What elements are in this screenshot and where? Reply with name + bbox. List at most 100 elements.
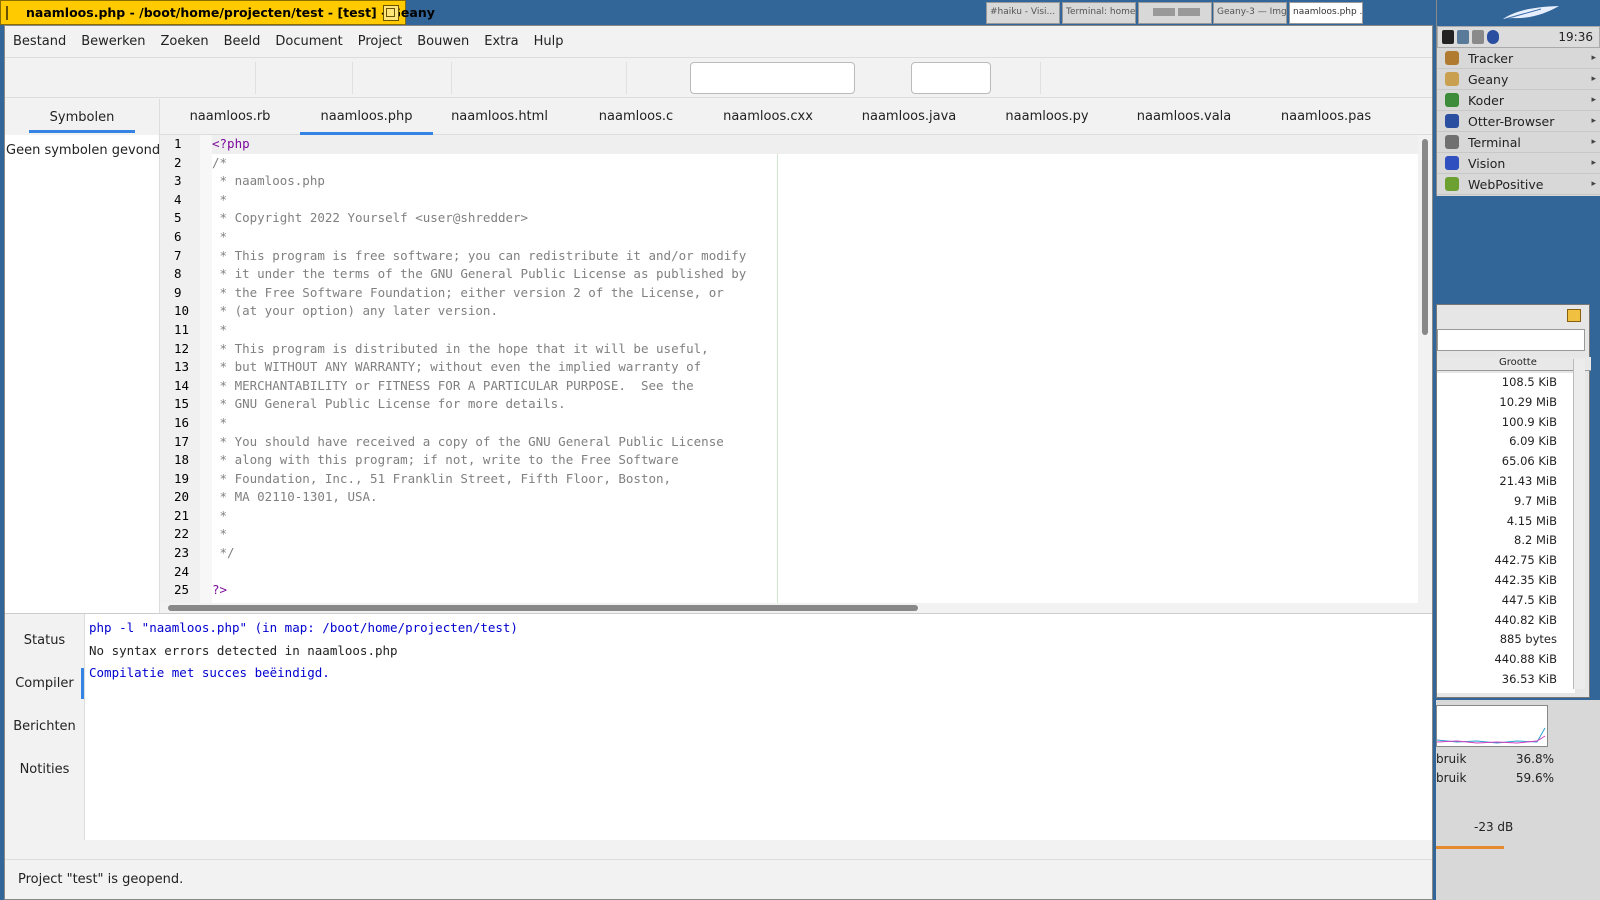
code-lines[interactable]: <?php/* * naamloos.php * * Copyright 202… [212,135,1418,600]
code-line[interactable]: * along with this program; if not, write… [212,451,1418,470]
tab-notities[interactable]: Notities [5,748,84,791]
file-size-cell[interactable]: 885 bytes [1437,630,1575,650]
menu-bestand[interactable]: Bestand [6,34,73,49]
code-line[interactable]: * Copyright 2022 Yourself <user@shredder… [212,209,1418,228]
tab-naamloos-c[interactable]: naamloos.c [566,99,706,135]
taskbar-item-vision[interactable]: #haiku - Visi... [986,2,1060,24]
code-line[interactable]: * but WITHOUT ANY WARRANTY; without even… [212,358,1418,377]
volume-icon[interactable] [1472,30,1484,44]
file-size-cell[interactable]: 442.35 KiB [1437,571,1575,591]
filter-input[interactable] [1437,329,1585,351]
taskbar-item-terminal[interactable]: Terminal: home... [1062,2,1136,24]
code-line[interactable]: * [212,228,1418,247]
otter-tray-icon[interactable] [1487,30,1499,44]
code-line[interactable]: * Foundation, Inc., 51 Franklin Street, … [212,470,1418,489]
file-size-cell[interactable]: 65.06 KiB [1437,452,1575,472]
file-size-cell[interactable]: 21.43 MiB [1437,472,1575,492]
zoom-button[interactable] [383,5,399,21]
taskbar-item-window[interactable] [1138,2,1212,24]
file-size-cell[interactable]: 108.5 KiB [1437,373,1575,393]
deskbar-app-webpositive[interactable]: WebPositive ▸ [1437,174,1600,195]
vertical-scrollbar[interactable] [1573,359,1585,689]
tab-naamloos-cxx[interactable]: naamloos.cxx [706,99,830,135]
vertical-scrollbar[interactable] [1418,135,1432,603]
code-line[interactable]: * [212,414,1418,433]
tab-naamloos-pas[interactable]: naamloos.pas [1262,99,1390,135]
tab-naamloos-php[interactable]: naamloos.php [300,99,433,135]
haiku-menu[interactable] [1437,0,1600,26]
menu-bouwen[interactable]: Bouwen [410,34,476,49]
menu-document[interactable]: Document [268,34,349,49]
tab-symbolen[interactable]: Symbolen [5,99,159,135]
window-title-tab[interactable]: naamloos.php - /boot/home/projecten/test… [0,0,435,25]
horizontal-scrollbar[interactable] [160,603,1432,613]
code-line[interactable]: * GNU General Public License for more de… [212,395,1418,414]
code-line[interactable]: * the Free Software Foundation; either v… [212,284,1418,303]
file-list[interactable]: 108.5 KiB 10.29 MiB 100.9 KiB 6.09 KiB 65.06… [1437,373,1575,693]
code-editor[interactable]: 1 2 3 4 5 6 7 8 9 10 11 12 13 14 15 16 17 18 19 20 21 22 23 24 2… [160,135,1432,603]
volume-slider[interactable] [1436,846,1504,849]
file-size-cell[interactable]: 4.15 MiB [1437,512,1575,532]
menu-hulp[interactable]: Hulp [527,34,571,49]
goto-line-input[interactable] [911,62,991,94]
menu-bewerken[interactable]: Bewerken [74,34,152,49]
tab-naamloos-vala[interactable]: naamloos.vala [1106,99,1262,135]
file-size-cell[interactable]: 440.88 KiB [1437,650,1575,670]
code-line[interactable]: * You should have received a copy of the… [212,433,1418,452]
tab-berichten[interactable]: Berichten [5,705,84,748]
tab-status[interactable]: Status [5,619,84,662]
file-size-cell[interactable]: 9.7 MiB [1437,492,1575,512]
code-line[interactable]: ?> [212,581,1418,600]
network-icon[interactable] [1457,30,1469,44]
scrollbar-thumb[interactable] [168,605,918,611]
clock[interactable]: 19:36 [1558,30,1593,44]
tab-naamloos-html[interactable]: naamloos.html [433,99,566,135]
cpu-meter-icon[interactable] [1442,30,1454,44]
file-size-cell[interactable]: 442.75 KiB [1437,551,1575,571]
code-line[interactable]: <?php [212,135,1418,154]
file-size-cell[interactable]: 36.53 KiB [1437,670,1575,690]
code-line[interactable] [212,563,1418,582]
code-line[interactable]: * MERCHANTABILITY or FITNESS FOR A PARTI… [212,377,1418,396]
code-line[interactable]: * [212,191,1418,210]
menu-project[interactable]: Project [351,34,409,49]
code-line[interactable]: * This program is free software; you can… [212,247,1418,266]
deskbar-app-tracker[interactable]: Tracker ▸ [1437,48,1600,69]
compiler-output[interactable]: php -l "naamloos.php" (in map: /boot/hom… [85,614,1432,840]
file-size-cell[interactable]: 6.09 KiB [1437,432,1575,452]
column-header[interactable]: Grootte [1437,357,1591,371]
code-line[interactable]: * it under the terms of the GNU General … [212,265,1418,284]
file-size-cell[interactable]: 8.2 MiB [1437,531,1575,551]
taskbar-item-geany-img[interactable]: Geany-3 — Img... [1213,2,1287,24]
file-size-cell[interactable]: 440.82 KiB [1437,611,1575,631]
search-input[interactable] [690,62,855,94]
fold-margin[interactable] [200,135,212,603]
menu-beeld[interactable]: Beeld [217,34,268,49]
tab-naamloos-java[interactable]: naamloos.java [830,99,988,135]
code-line[interactable]: * naamloos.php [212,172,1418,191]
code-line[interactable]: * [212,507,1418,526]
deskbar-app-otter-browser[interactable]: Otter-Browser ▸ [1437,111,1600,132]
tab-naamloos-rb[interactable]: naamloos.rb [160,99,300,135]
code-line[interactable]: * MA 02110-1301, USA. [212,488,1418,507]
deskbar-app-koder[interactable]: Koder ▸ [1437,90,1600,111]
column-grootte[interactable]: Grootte [1499,357,1537,368]
deskbar-app-vision[interactable]: Vision ▸ [1437,153,1600,174]
code-line[interactable]: * This program is distributed in the hop… [212,340,1418,359]
code-line[interactable]: * [212,525,1418,544]
taskbar-item-naamloos[interactable]: naamloos.php ... [1289,2,1363,24]
file-size-cell[interactable]: 447.5 KiB [1437,591,1575,611]
code-line[interactable]: * [212,321,1418,340]
tab-naamloos-py[interactable]: naamloos.py [988,99,1106,135]
file-size-cell[interactable]: 100.9 KiB [1437,413,1575,433]
code-line[interactable]: */ [212,544,1418,563]
close-button[interactable] [6,5,8,20]
deskbar-app-geany[interactable]: Geany ▸ [1437,69,1600,90]
menu-zoeken[interactable]: Zoeken [153,34,215,49]
tab-compiler[interactable]: Compiler [5,662,84,705]
file-size-cell[interactable]: 10.29 MiB [1437,393,1575,413]
code-line[interactable]: * (at your option) any later version. [212,302,1418,321]
deskbar-app-terminal[interactable]: Terminal ▸ [1437,132,1600,153]
scrollbar-thumb[interactable] [1422,139,1428,335]
code-line[interactable]: /* [212,154,1418,173]
